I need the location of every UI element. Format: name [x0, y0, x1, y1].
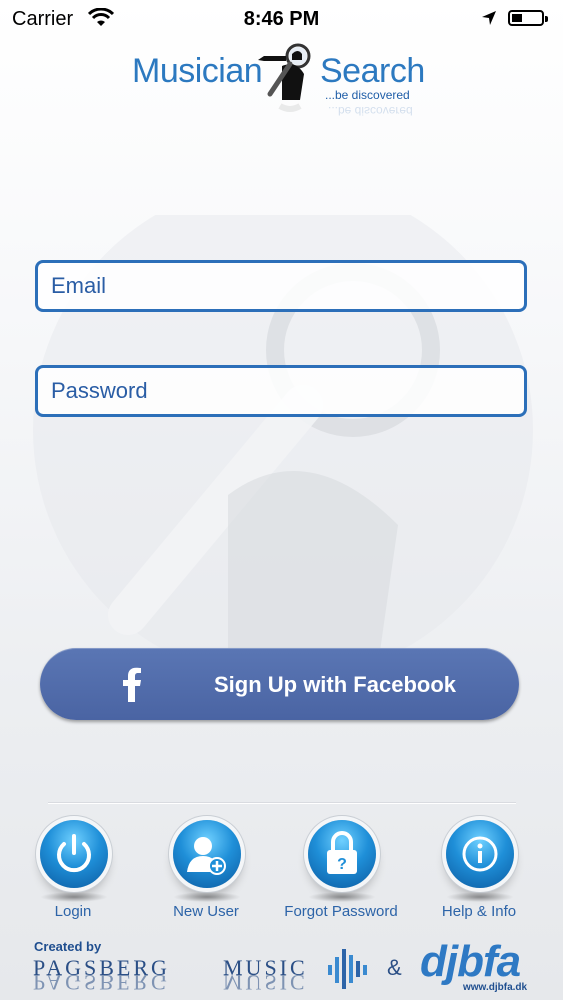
location-arrow-icon	[481, 9, 497, 32]
created-by-label: Created by	[34, 939, 102, 954]
divider	[48, 802, 516, 803]
logo-word-search: Search	[320, 52, 425, 90]
login-button[interactable]: Login	[18, 820, 128, 930]
padlock-question-icon: ?	[308, 820, 376, 888]
sign-up-facebook-button[interactable]: Sign Up with Facebook	[40, 648, 519, 720]
trumpet-player-logo-icon	[256, 40, 320, 135]
help-info-button[interactable]: Help & Info	[424, 820, 534, 930]
email-input[interactable]	[38, 263, 524, 309]
forgot-password-button[interactable]: ? Forgot Password	[284, 820, 398, 930]
svg-text:?: ?	[337, 856, 347, 873]
new-user-label: New User	[173, 903, 239, 920]
facebook-button-label: Sign Up with Facebook	[213, 672, 456, 697]
footer-credits: Created by PAGSBERG PAGSBERG MUSIC MUSIC…	[0, 935, 563, 1000]
power-icon	[40, 820, 108, 888]
password-field[interactable]	[35, 365, 527, 417]
facebook-f-icon	[120, 666, 144, 702]
login-label: Login	[54, 903, 92, 920]
help-info-label: Help & Info	[441, 903, 517, 920]
new-user-button[interactable]: New User	[151, 820, 261, 930]
ampersand: &	[387, 955, 402, 980]
app-logo: Musician Search ...be discovered ...be d…	[130, 40, 425, 130]
pagsberg-reflection: PAGSBERG	[33, 975, 170, 995]
forgot-password-label: Forgot Password	[284, 903, 398, 920]
password-input[interactable]	[38, 368, 524, 414]
music-reflection: MUSIC	[223, 975, 308, 995]
logo-tagline-reflection: ...be discovered	[328, 104, 413, 118]
info-icon	[446, 820, 514, 888]
logo-tagline: ...be discovered	[325, 88, 410, 102]
battery-icon	[508, 10, 548, 26]
djbfa-logo-text: djbfa	[420, 937, 521, 986]
email-field[interactable]	[35, 260, 527, 312]
sound-bars-icon	[326, 943, 376, 998]
add-user-icon	[173, 820, 241, 888]
status-bar: Carrier 8:46 PM	[0, 0, 563, 40]
logo-word-musician: Musician	[132, 52, 263, 90]
status-time: 8:46 PM	[243, 8, 320, 30]
djbfa-url: www.djbfa.dk	[463, 982, 528, 993]
